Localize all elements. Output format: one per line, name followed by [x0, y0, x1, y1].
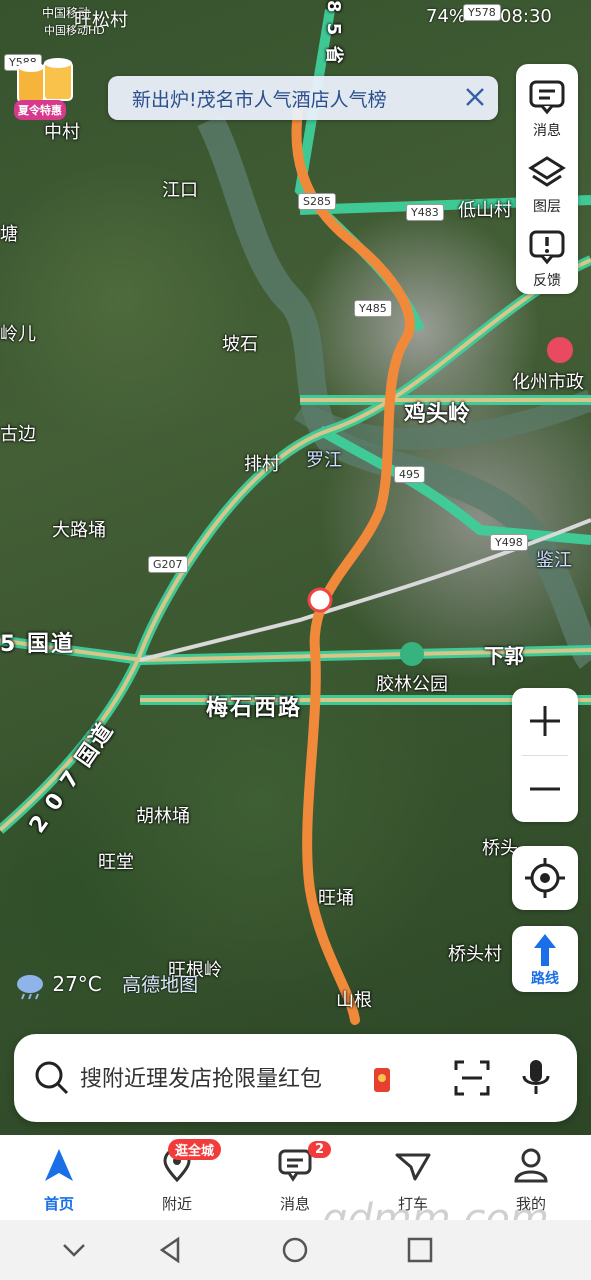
microphone-icon[interactable]: [516, 1058, 556, 1098]
road-label: 8 5 省: [323, 0, 344, 66]
map-label: 化州市政: [512, 372, 584, 393]
map-label: 鸡头岭: [404, 402, 471, 427]
banner-text: 新出炉!茂名市人气酒店人气榜: [132, 88, 387, 111]
road-shield: 495: [394, 466, 425, 483]
crosshair-icon: [525, 858, 565, 898]
status-bar: 中国移动 旺松村 中国移动HD 74% 08:30: [0, 0, 591, 38]
close-icon[interactable]: [462, 84, 488, 110]
navigation-arrow-icon: [45, 1149, 73, 1181]
messages-count-badge: 2: [308, 1141, 332, 1158]
map-label: 桥头村: [448, 944, 502, 965]
provider-logo: 高德地图: [122, 974, 199, 996]
tab-home[interactable]: 首页: [0, 1135, 118, 1220]
map-label: 岭儿: [0, 324, 36, 345]
promo-badge[interactable]: 夏令特惠: [12, 58, 80, 120]
map-label: 低山村: [458, 200, 512, 221]
map-label: 坡石: [222, 334, 258, 355]
road-shield: Y485: [354, 300, 392, 317]
map-label: 胶林公园: [376, 674, 448, 695]
layers-icon: [528, 156, 566, 187]
route-line: [291, 95, 415, 1025]
carrier-sub-label: 中国移动HD: [44, 24, 105, 37]
map-roads-layer: [0, 9, 591, 1025]
back-icon[interactable]: [156, 1236, 184, 1264]
layers-label: 图层: [533, 199, 561, 215]
promo-tag: 夏令特惠: [14, 100, 66, 120]
camera-marker: [307, 587, 333, 613]
search-input[interactable]: [78, 1058, 412, 1100]
road-shield: S285: [298, 193, 336, 210]
clock-label: 08:30: [500, 6, 552, 27]
map-label: 胡林埇: [136, 806, 190, 827]
map-label: 旺埇: [318, 888, 354, 909]
tab-nearby[interactable]: 逛全城 附近: [118, 1135, 236, 1220]
tab-nearby-label: 附近: [161, 1195, 192, 1213]
search-icon: [35, 1061, 69, 1095]
zoom-in-button[interactable]: [512, 688, 578, 754]
zoom-controls: [512, 688, 578, 822]
weather-widget[interactable]: 27°C 高德地图: [14, 970, 198, 1000]
river-label: 鉴江: [536, 550, 572, 571]
route-label: 路线: [531, 971, 559, 987]
map-label: 山根: [336, 990, 372, 1011]
message-label: 消息: [533, 123, 561, 139]
map-label: 旺堂: [98, 852, 134, 873]
map-label: 下郭: [484, 644, 524, 668]
system-nav-bar: [0, 1220, 591, 1280]
map-label: 江口: [162, 180, 198, 201]
feedback-button[interactable]: 反馈: [516, 220, 578, 292]
feedback-icon: [529, 230, 565, 265]
recents-icon[interactable]: [406, 1236, 434, 1264]
map-label: 塘: [0, 224, 18, 245]
locate-button[interactable]: [512, 846, 578, 910]
search-bar: [14, 1034, 577, 1122]
map-view[interactable]: 中国移动 旺松村 中国移动HD 74% 08:30 Y578 Y588 S285…: [0, 0, 591, 1135]
map-label: 大路埇: [52, 520, 106, 541]
route-arrow-icon: [534, 934, 556, 966]
river-label: 罗江: [306, 450, 342, 471]
road-shield: Y483: [406, 204, 444, 221]
scan-icon[interactable]: [452, 1058, 492, 1098]
road-shield: G207: [148, 556, 188, 573]
nearby-badge: 逛全城: [168, 1139, 222, 1160]
battery-label: 74%: [426, 6, 467, 27]
chevron-down-icon[interactable]: [60, 1236, 88, 1264]
map-label: 排村: [244, 454, 280, 475]
tab-home-label: 首页: [43, 1195, 74, 1213]
taxi-flag-icon: [395, 1153, 431, 1181]
home-icon[interactable]: [281, 1236, 309, 1264]
road-label: 梅石西路: [206, 696, 303, 721]
red-envelope-icon: [374, 1068, 390, 1092]
zoom-out-button[interactable]: [512, 756, 578, 822]
route-button[interactable]: 路线: [512, 926, 578, 992]
map-tools-panel: 消息 图层 反馈: [516, 64, 578, 294]
map-label: 古边: [0, 424, 36, 445]
hotel-ranking-banner[interactable]: 新出炉!茂名市人气酒店人气榜: [108, 76, 498, 120]
layers-button[interactable]: 图层: [516, 146, 578, 218]
message-button[interactable]: 消息: [516, 70, 578, 142]
feedback-label: 反馈: [533, 273, 561, 289]
rain-cloud-icon: [17, 974, 43, 999]
message-icon: [529, 80, 565, 115]
user-icon: [514, 1148, 548, 1183]
temperature-label: 27°C: [52, 972, 102, 996]
road-label: 5 国道: [0, 632, 75, 657]
map-label: 中村: [44, 122, 80, 143]
road-shield: Y578: [463, 4, 501, 21]
road-shield: Y498: [490, 534, 528, 551]
